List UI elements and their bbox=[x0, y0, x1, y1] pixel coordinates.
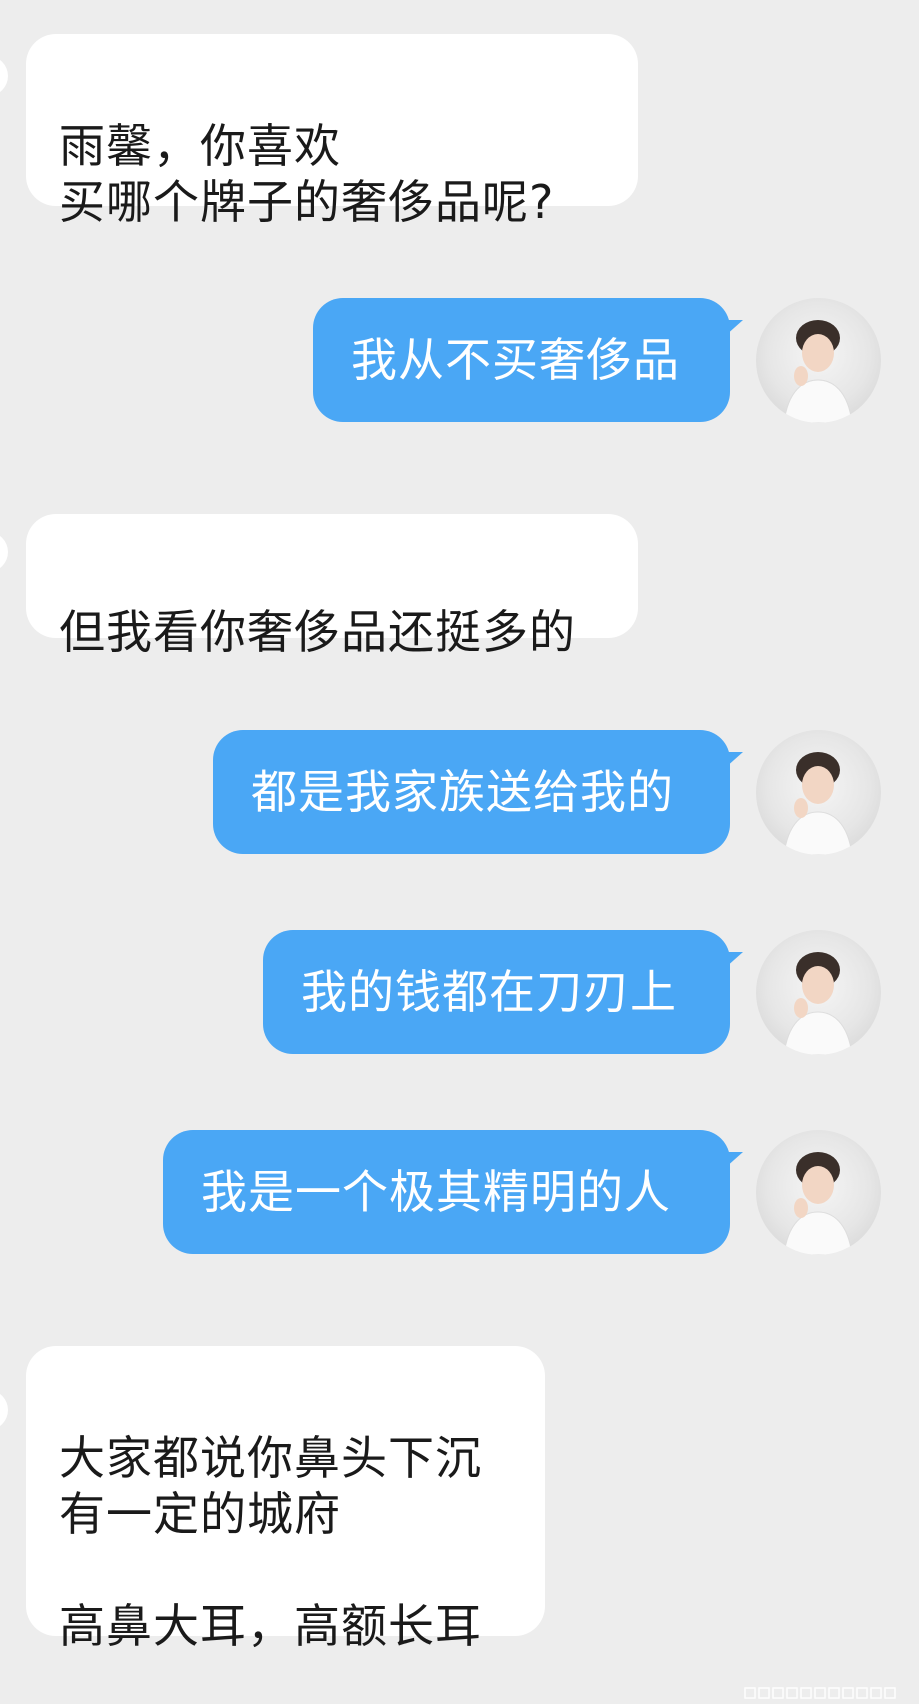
partner-avatar-edge[interactable] bbox=[0, 56, 8, 96]
user-avatar[interactable] bbox=[756, 1130, 881, 1255]
message-text: 但我看你奢侈品还挺多的 bbox=[59, 605, 576, 659]
message-bubble-outgoing[interactable]: 我是一个极其精明的人 bbox=[163, 1130, 743, 1254]
message-text: 雨馨，你喜欢 买哪个牌子的奢侈品呢? bbox=[59, 119, 555, 229]
partner-avatar-edge[interactable] bbox=[0, 532, 8, 572]
user-avatar[interactable] bbox=[756, 298, 881, 423]
user-avatar[interactable] bbox=[756, 930, 881, 1055]
avatar-photo-icon bbox=[783, 1152, 853, 1255]
message-text: 我从不买奢侈品 bbox=[351, 333, 680, 387]
avatar-photo-icon bbox=[783, 320, 853, 423]
message-text: 我的钱都在刀刃上 bbox=[301, 965, 677, 1019]
message-bubble-outgoing[interactable]: 都是我家族送给我的 bbox=[213, 730, 743, 854]
message-text: 大家都说你鼻头下沉 有一定的城府 高鼻大耳，高额长耳 bbox=[59, 1431, 482, 1653]
message-text: 都是我家族送给我的 bbox=[251, 765, 674, 819]
avatar-photo-icon bbox=[783, 752, 853, 855]
user-avatar[interactable] bbox=[756, 730, 881, 855]
message-bubble-incoming[interactable]: 雨馨，你喜欢 买哪个牌子的奢侈品呢? bbox=[26, 34, 638, 229]
avatar-photo-icon bbox=[783, 952, 853, 1055]
message-bubble-incoming[interactable]: 但我看你奢侈品还挺多的 bbox=[26, 514, 638, 659]
message-bubble-incoming[interactable]: 大家都说你鼻头下沉 有一定的城府 高鼻大耳，高额长耳 bbox=[26, 1346, 545, 1653]
message-text: 我是一个极其精明的人 bbox=[201, 1165, 671, 1219]
partner-avatar-edge[interactable] bbox=[0, 1390, 8, 1430]
message-bubble-outgoing[interactable]: 我的钱都在刀刃上 bbox=[263, 930, 743, 1054]
watermark-icon bbox=[744, 1687, 896, 1699]
message-bubble-outgoing[interactable]: 我从不买奢侈品 bbox=[313, 298, 743, 422]
